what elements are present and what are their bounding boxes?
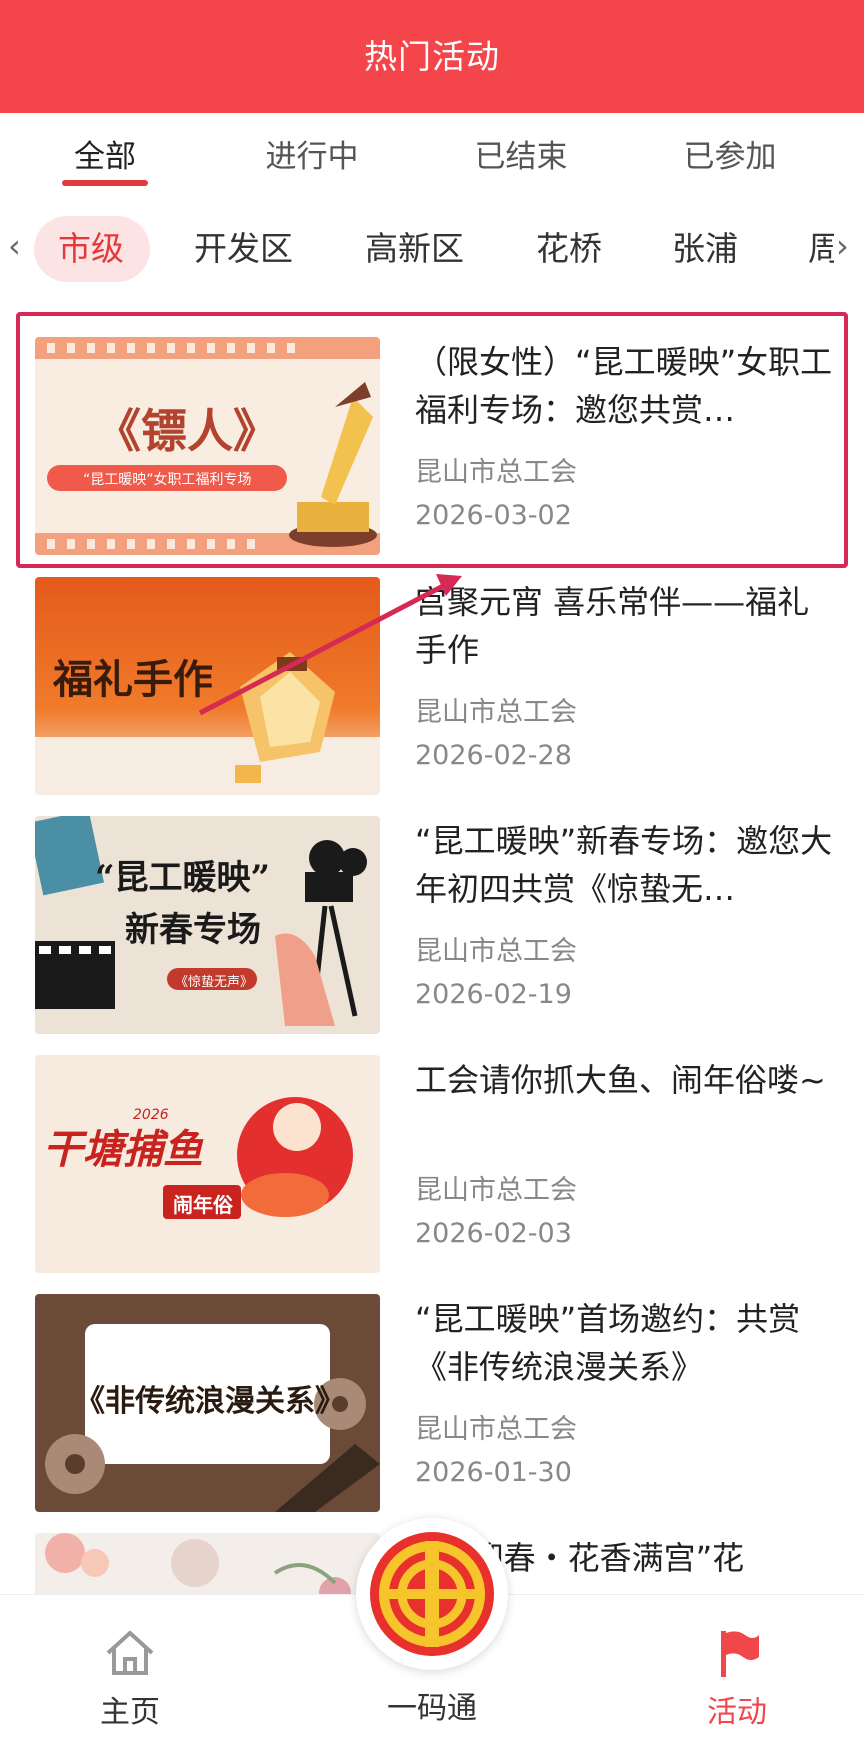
region-item-zhou[interactable]: 周 <box>808 226 834 272</box>
activity-card[interactable]: “昆工暖映” 新春专场 《惊蛰无声》 “昆工暖映”新春专场：邀您大年初四共赏《惊… <box>0 779 864 1034</box>
activity-organizer: 昆山市总工会 <box>415 936 577 967</box>
thumbnail-title: 干塘捕鱼 <box>43 1126 203 1173</box>
region-item-kaifaqu[interactable]: 开发区 <box>194 226 293 272</box>
activity-title: “迎春・花香满宫”花 <box>455 1539 745 1577</box>
thumbnail-subtitle: 闹年俗 <box>173 1193 233 1217</box>
activity-title: 宫聚元宵 喜乐常伴——福礼手作 <box>415 583 810 669</box>
activity-organizer: 昆山市总工会 <box>415 697 577 728</box>
activity-date: 2026-02-03 <box>415 1218 572 1249</box>
region-item-gaoxinqu[interactable]: 高新区 <box>365 226 464 272</box>
activity-date: 2026-01-30 <box>415 1457 572 1488</box>
activity-card[interactable]: 干塘捕鱼 2026 闹年俗 工会请你抓大鱼、闹年俗喽~ 昆山市总工会 2026-… <box>0 1018 864 1273</box>
tab-ongoing[interactable]: 进行中 <box>232 135 392 179</box>
highlight-box <box>16 312 848 568</box>
chevron-left-icon[interactable]: ‹ <box>8 228 28 264</box>
nav-home-label: 主页 <box>100 1695 160 1730</box>
region-filter-bar: ‹ 市级 开发区 高新区 花桥 张浦 周 › <box>0 206 864 290</box>
region-item-city[interactable]: 市级 <box>58 226 124 272</box>
tab-joined[interactable]: 已参加 <box>650 135 810 179</box>
activity-card[interactable]: 福礼手作 宫聚元宵 喜乐常伴——福礼手作 昆山市总工会 2026-02-28 <box>0 540 864 795</box>
activity-card[interactable]: 《非传统浪漫关系》 “昆工暖映”首场邀约：共赏《非传统浪漫关系》 昆山市总工会 … <box>0 1257 864 1512</box>
thumbnail-year: 2026 <box>133 1107 169 1123</box>
region-item-huaqiao[interactable]: 花桥 <box>536 226 602 272</box>
thumbnail-tag: 《惊蛰无声》 <box>175 975 254 990</box>
thumbnail-title: 福礼手作 <box>53 656 213 703</box>
page-title: 热门活动 <box>364 37 500 76</box>
app-header: 热门活动 <box>0 0 864 113</box>
nav-code-label: 一码通 <box>387 1691 477 1726</box>
activity-thumbnail: “昆工暖映” 新春专场 《惊蛰无声》 <box>35 816 380 1034</box>
activity-organizer: 昆山市总工会 <box>415 1414 577 1445</box>
activity-thumbnail: 干塘捕鱼 2026 闹年俗 <box>35 1055 380 1273</box>
activity-title: “昆工暖映”首场邀约：共赏《非传统浪漫关系》 <box>415 1300 801 1386</box>
union-code-button[interactable] <box>356 1518 508 1670</box>
chevron-right-icon[interactable]: › <box>836 228 856 264</box>
union-logo-icon <box>370 1532 494 1656</box>
active-tab-indicator <box>62 180 148 186</box>
thumbnail-subtitle: 新春专场 <box>125 910 261 950</box>
activity-date: 2026-02-19 <box>415 979 572 1010</box>
activity-thumbnail: 《非传统浪漫关系》 <box>35 1294 380 1512</box>
thumbnail-title: 《非传统浪漫关系》 <box>75 1384 345 1419</box>
home-icon <box>106 1631 154 1675</box>
region-item-zhangpu[interactable]: 张浦 <box>672 226 738 272</box>
activity-title: 工会请你抓大鱼、闹年俗喽~ <box>415 1061 826 1099</box>
activity-thumbnail: 福礼手作 <box>35 577 380 795</box>
nav-home[interactable]: 主页 <box>30 1595 230 1764</box>
nav-activity-label: 活动 <box>707 1695 767 1730</box>
tab-all[interactable]: 全部 <box>25 135 185 179</box>
activity-date: 2026-02-28 <box>415 740 572 771</box>
status-tab-bar: 全部 进行中 已结束 已参加 <box>0 113 864 199</box>
activity-title: “昆工暖映”新春专场：邀您大年初四共赏《惊蛰无… <box>415 822 833 908</box>
tab-ended[interactable]: 已结束 <box>441 135 601 179</box>
thumbnail-title: “昆工暖映” <box>95 858 271 898</box>
nav-activity[interactable]: 活动 <box>637 1595 837 1764</box>
flag-icon <box>721 1631 759 1677</box>
activity-organizer: 昆山市总工会 <box>415 1175 577 1206</box>
